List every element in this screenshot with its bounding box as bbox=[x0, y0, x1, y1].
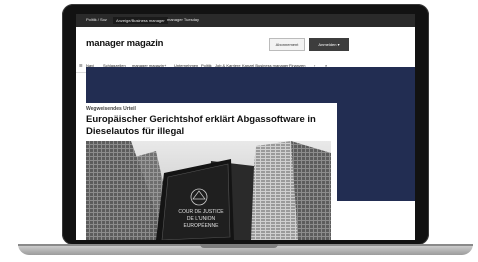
site-logo[interactable]: manager magazin bbox=[86, 38, 163, 49]
browser-tab-active[interactable]: Anzeige/Business manager bbox=[113, 17, 168, 24]
login-button-label: Anmelden bbox=[318, 42, 337, 47]
laptop-screen: Politik / Soz Anzeige/Business manager m… bbox=[76, 14, 415, 240]
sign-text: EUROPÉENNE bbox=[183, 222, 219, 229]
browser-tab[interactable]: manager Tuesday bbox=[167, 17, 199, 22]
article-kicker: Wegweisendes Urteil bbox=[86, 106, 136, 112]
article-headline[interactable]: Europäischer Gerichtshof erklärt Abgasso… bbox=[86, 114, 334, 138]
subscription-button[interactable]: Abonnement bbox=[269, 38, 305, 51]
sign-text: DE L'UNION bbox=[187, 216, 216, 222]
article-image[interactable]: COUR DE JUSTICE DE L'UNION EUROPÉENNE bbox=[86, 141, 331, 240]
court-building-photo: COUR DE JUSTICE DE L'UNION EUROPÉENNE bbox=[86, 141, 331, 240]
laptop-notch bbox=[200, 244, 278, 248]
menu-icon[interactable]: ☰ bbox=[79, 63, 83, 68]
sign-text: COUR DE JUSTICE bbox=[178, 209, 224, 215]
browser-tab[interactable]: Politik / Soz bbox=[86, 17, 107, 22]
login-button[interactable]: Anmelden ▾ bbox=[309, 38, 349, 51]
article-teaser[interactable]: Wegweisendes Urteil Europäischer Gericht… bbox=[86, 103, 337, 240]
chevron-down-icon: ▾ bbox=[337, 42, 340, 47]
browser-tab-strip: Politik / Soz Anzeige/Business manager m… bbox=[76, 14, 415, 27]
